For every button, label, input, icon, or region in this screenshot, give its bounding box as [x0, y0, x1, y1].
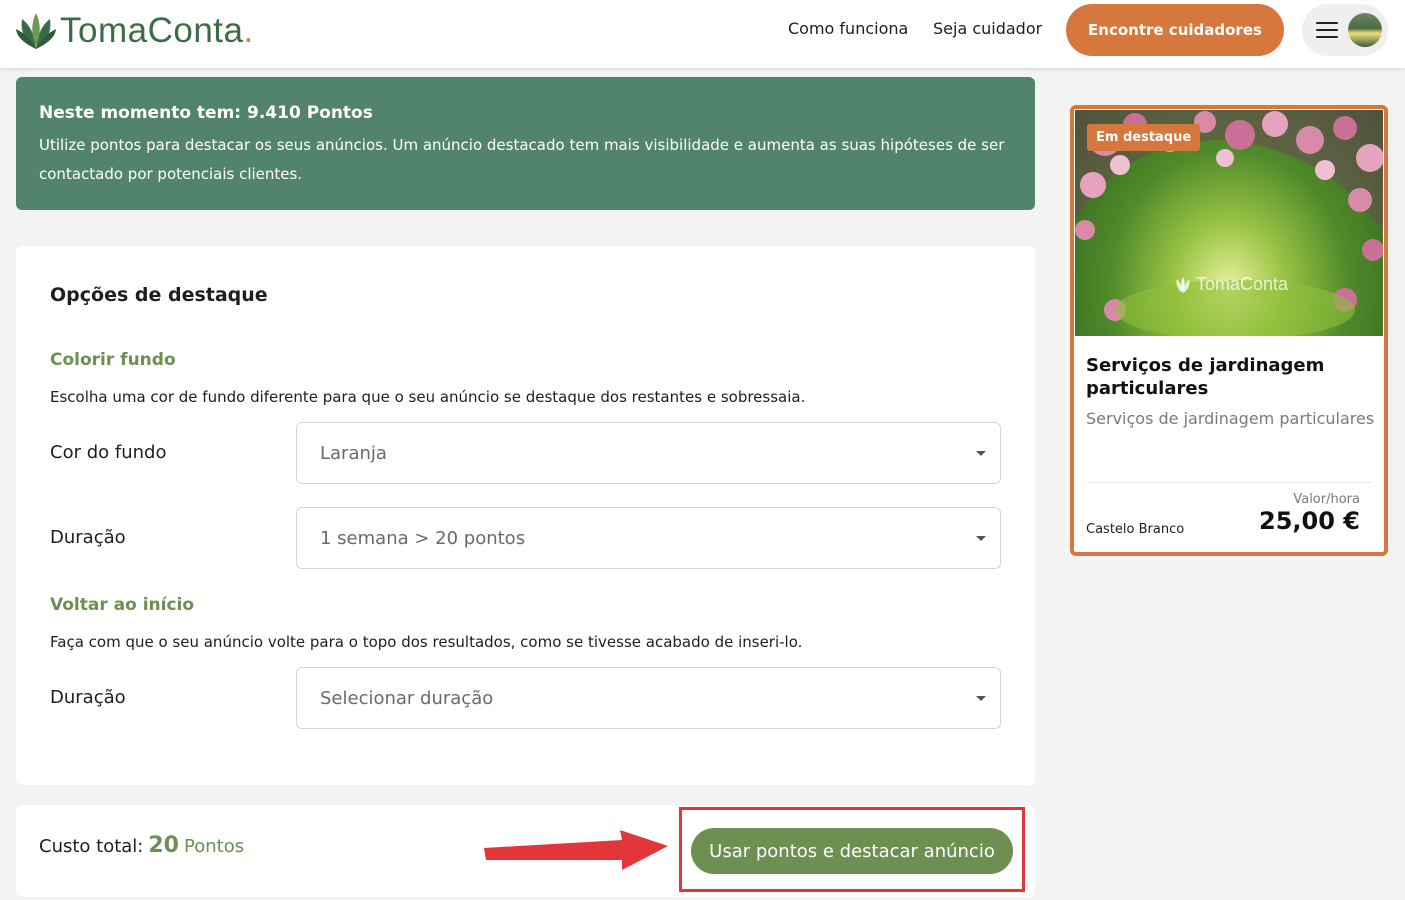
points-balance: Neste momento tem: 9.410 Pontos — [39, 103, 373, 123]
points-description: Utilize pontos para destacar os seus anú… — [39, 136, 1005, 183]
total-cost-unit: Pontos — [184, 836, 245, 857]
listing-title: Serviços de jardinagem particulares — [1086, 355, 1325, 399]
voltar-duracao-placeholder: Selecionar duração — [320, 687, 494, 709]
points-banner: Neste momento tem: 9.410 Pontos Utilize … — [16, 77, 1035, 210]
cor-do-fundo-select[interactable]: Laranja — [296, 422, 1001, 484]
voltar-inicio-desc: Faça com que o seu anúncio volte para o … — [50, 633, 803, 651]
featured-badge: Em destaque — [1087, 124, 1201, 151]
avatar — [1348, 13, 1382, 47]
colorir-duracao-value: 1 semana > 20 pontos — [320, 527, 526, 549]
nav-seja-cuidador[interactable]: Seja cuidador — [933, 19, 1042, 38]
user-menu-button[interactable] — [1302, 4, 1388, 56]
annotation-arrow — [484, 830, 668, 870]
use-points-button[interactable]: Usar pontos e destacar anúncio — [691, 828, 1013, 874]
colorir-duracao-label: Duração — [50, 527, 126, 548]
listing-price: 25,00 € — [1259, 507, 1360, 535]
cor-do-fundo-value: Laranja — [320, 442, 387, 464]
colorir-duracao-select[interactable]: 1 semana > 20 pontos — [296, 507, 1001, 569]
site-logo[interactable]: TomaConta. — [14, 8, 254, 54]
listing-subtitle: Serviços de jardinagem particulares — [1086, 409, 1375, 428]
total-cost: Custo total: 20 Pontos — [39, 833, 244, 858]
listing-location: Castelo Branco — [1086, 522, 1185, 537]
divider — [1086, 482, 1372, 483]
options-title: Opções de destaque — [50, 284, 268, 306]
encontre-cuidadores-button[interactable]: Encontre cuidadores — [1066, 4, 1284, 56]
voltar-inicio-title: Voltar ao início — [50, 595, 195, 615]
voltar-duracao-label: Duração — [50, 687, 126, 708]
listing-photo: Em destaque TomaConta — [1075, 110, 1383, 336]
chevron-down-icon — [976, 696, 986, 701]
cor-do-fundo-label: Cor do fundo — [50, 442, 167, 463]
total-cost-label: Custo total: — [39, 836, 144, 857]
watermark-text: TomaConta — [1196, 274, 1289, 294]
chevron-down-icon — [976, 451, 986, 456]
colorir-fundo-desc: Escolha uma cor de fundo diferente para … — [50, 388, 806, 406]
voltar-duracao-select[interactable]: Selecionar duração — [296, 667, 1001, 729]
logo-text: TomaConta. — [60, 11, 254, 50]
rate-label: Valor/hora — [1293, 492, 1360, 507]
nav-como-funciona[interactable]: Como funciona — [788, 19, 908, 38]
tomaconta-logo-icon — [1176, 276, 1190, 293]
tomaconta-logo-icon — [16, 13, 56, 49]
photo-watermark: TomaConta — [1173, 274, 1288, 295]
chevron-down-icon — [976, 536, 986, 541]
hamburger-icon — [1316, 22, 1338, 38]
highlight-options-card: Opções de destaque Colorir fundo Escolha… — [16, 246, 1035, 785]
total-cost-value: 20 — [148, 833, 179, 858]
site-header: TomaConta. Como funciona Seja cuidador E… — [0, 0, 1405, 68]
listing-preview-card[interactable]: Em destaque TomaConta Serviços de jardin… — [1070, 105, 1388, 556]
colorir-fundo-title: Colorir fundo — [50, 350, 176, 370]
